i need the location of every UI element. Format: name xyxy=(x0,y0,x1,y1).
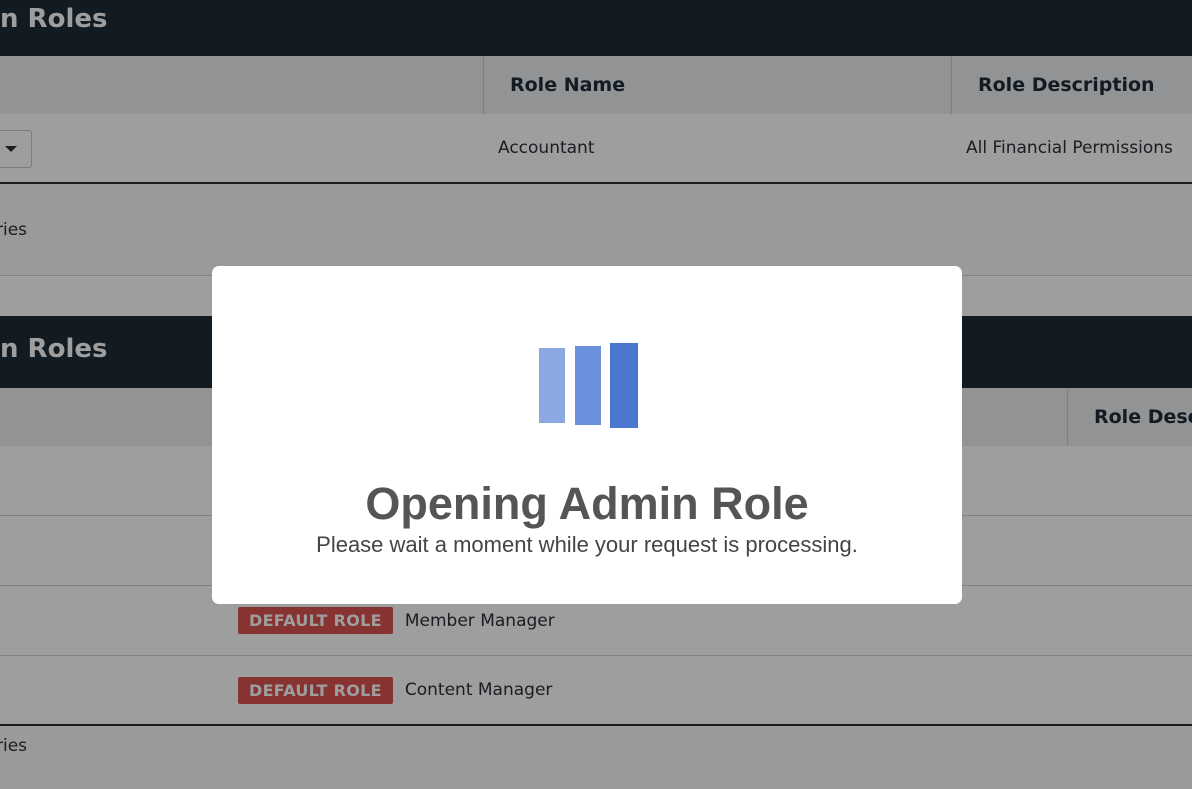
loading-modal: Opening Admin Role Please wait a moment … xyxy=(212,266,962,604)
spinner-bar-dark xyxy=(610,343,638,428)
spinner-bar-light xyxy=(539,348,565,423)
modal-subtitle: Please wait a moment while your request … xyxy=(316,532,858,557)
admin-roles-page: n Roles Role Name Role Description Accou… xyxy=(0,0,1192,789)
spinner-bar-mid xyxy=(575,346,601,425)
modal-title: Opening Admin Role xyxy=(365,478,809,529)
